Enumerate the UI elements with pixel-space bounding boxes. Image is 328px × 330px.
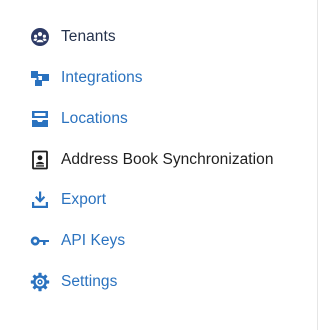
export-icon [32, 191, 48, 208]
menu-item-settings[interactable]: Settings [0, 267, 316, 297]
menu-item-label: Integrations [61, 69, 143, 86]
menu-item-label: Tenants [61, 28, 116, 45]
integrations-icon [31, 71, 49, 86]
menu-item-label: API Keys [61, 232, 126, 249]
menu-item-address-book-sync[interactable]: Address Book Synchronization [0, 145, 316, 175]
key-icon [30, 236, 49, 246]
tenants-icon [31, 28, 49, 46]
locations-icon [32, 111, 48, 127]
side-menu: Tenants Integrations Locations Address B… [0, 0, 318, 330]
menu-item-tenants[interactable]: Tenants [0, 22, 316, 52]
menu-item-api-keys[interactable]: API Keys [0, 226, 316, 256]
menu-item-label: Locations [61, 110, 128, 127]
menu-item-integrations[interactable]: Integrations [0, 63, 316, 93]
menu-item-locations[interactable]: Locations [0, 104, 316, 134]
settings-gear-icon [30, 272, 50, 292]
menu-item-label: Address Book Synchronization [61, 151, 274, 168]
menu-item-label: Export [61, 191, 107, 208]
address-book-icon [32, 150, 48, 170]
menu-item-label: Settings [61, 273, 118, 290]
menu-item-export[interactable]: Export [0, 185, 316, 215]
